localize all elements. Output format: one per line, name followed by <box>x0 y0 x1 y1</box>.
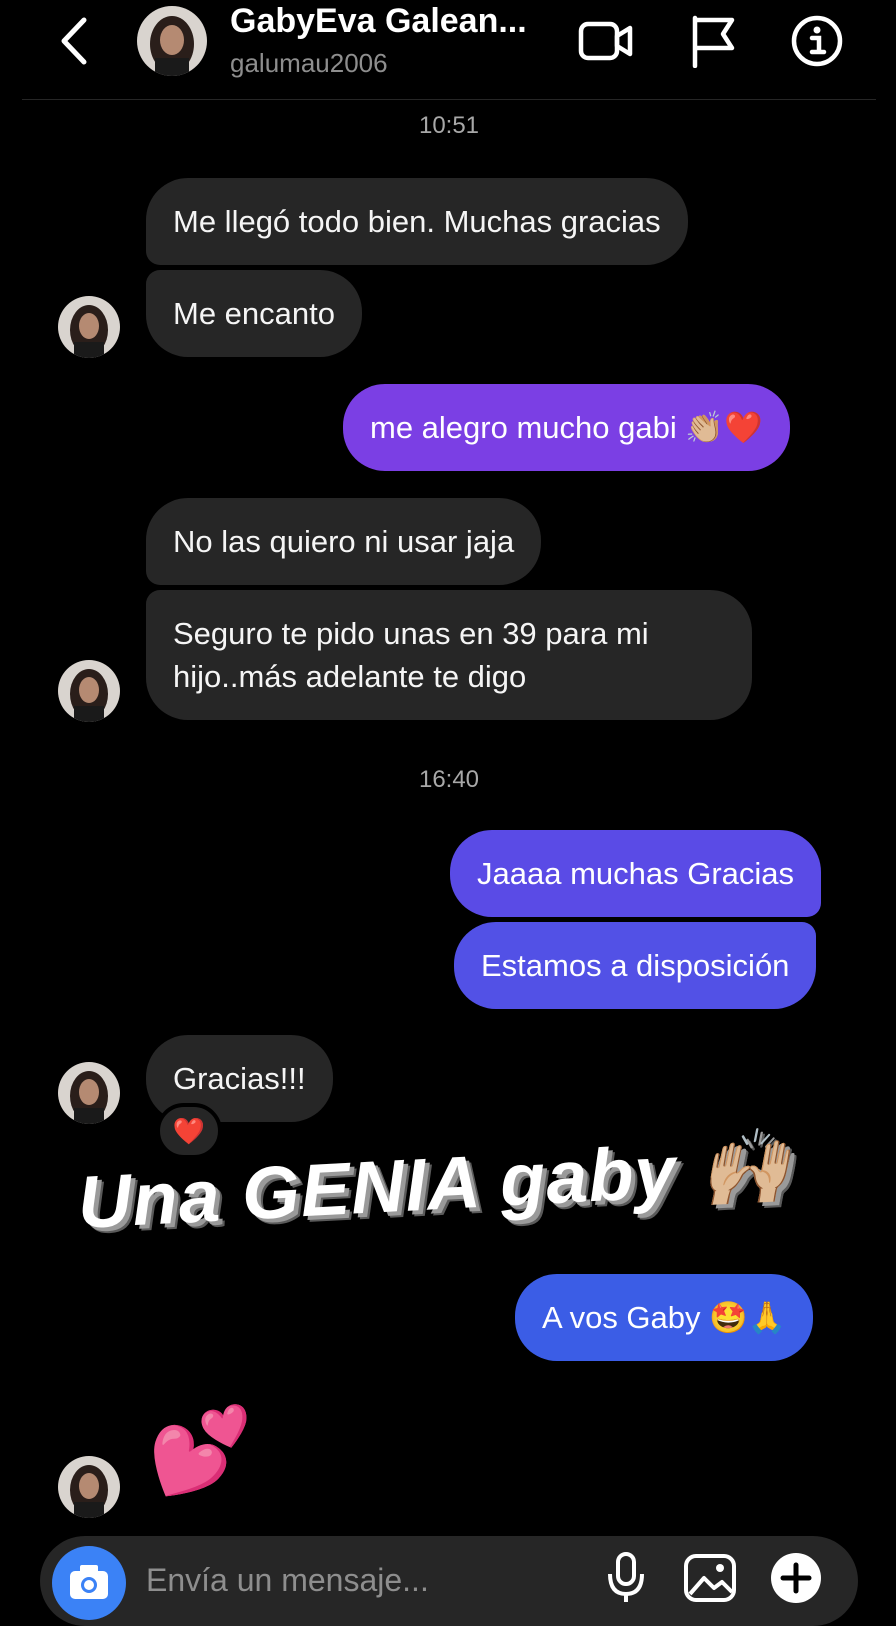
camera-icon <box>70 1565 108 1599</box>
contact-avatar[interactable] <box>58 296 120 358</box>
contact-avatar[interactable] <box>58 1062 120 1124</box>
message-bubble-outgoing[interactable]: Estamos a disposición <box>454 922 817 1009</box>
heart-reaction[interactable]: ❤️ <box>156 1103 222 1159</box>
contact-username: galumau2006 <box>230 48 388 78</box>
gallery-icon[interactable] <box>682 1552 738 1602</box>
emoji-message[interactable]: 💕 <box>148 1400 253 1500</box>
header-divider <box>22 99 876 100</box>
message-bubble-incoming[interactable]: Me encanto <box>146 270 362 357</box>
message-bubble-outgoing[interactable]: Jaaaa muchas Gracias <box>450 830 822 917</box>
message-bubble-outgoing[interactable]: me alegro mucho gabi 👏🏼❤️ <box>343 384 790 471</box>
message-bubble-incoming[interactable]: Seguro te pido unas en 39 para mi hijo..… <box>146 590 752 720</box>
contact-avatar[interactable] <box>137 6 207 76</box>
contact-avatar[interactable] <box>58 1456 120 1518</box>
timestamp: 16:40 <box>418 766 480 793</box>
contact-avatar[interactable] <box>58 660 120 722</box>
mic-icon[interactable] <box>604 1552 648 1602</box>
info-icon[interactable] <box>790 14 844 68</box>
camera-button[interactable] <box>52 1546 126 1620</box>
video-call-icon[interactable] <box>578 16 634 66</box>
timestamp: 10:51 <box>418 112 480 139</box>
message-bubble-incoming[interactable]: No las quiero ni usar jaja <box>146 498 542 585</box>
back-icon[interactable] <box>56 14 96 68</box>
plus-icon[interactable] <box>770 1552 822 1604</box>
message-bubble-outgoing[interactable]: A vos Gaby 🤩🙏 <box>515 1274 814 1361</box>
message-bubble-incoming[interactable]: Me llegó todo bien. Muchas gracias <box>146 178 688 265</box>
message-input[interactable]: Envía un mensaje... <box>146 1562 429 1599</box>
flag-icon[interactable] <box>690 14 736 69</box>
contact-name[interactable]: GabyEva Galean... <box>230 2 527 41</box>
